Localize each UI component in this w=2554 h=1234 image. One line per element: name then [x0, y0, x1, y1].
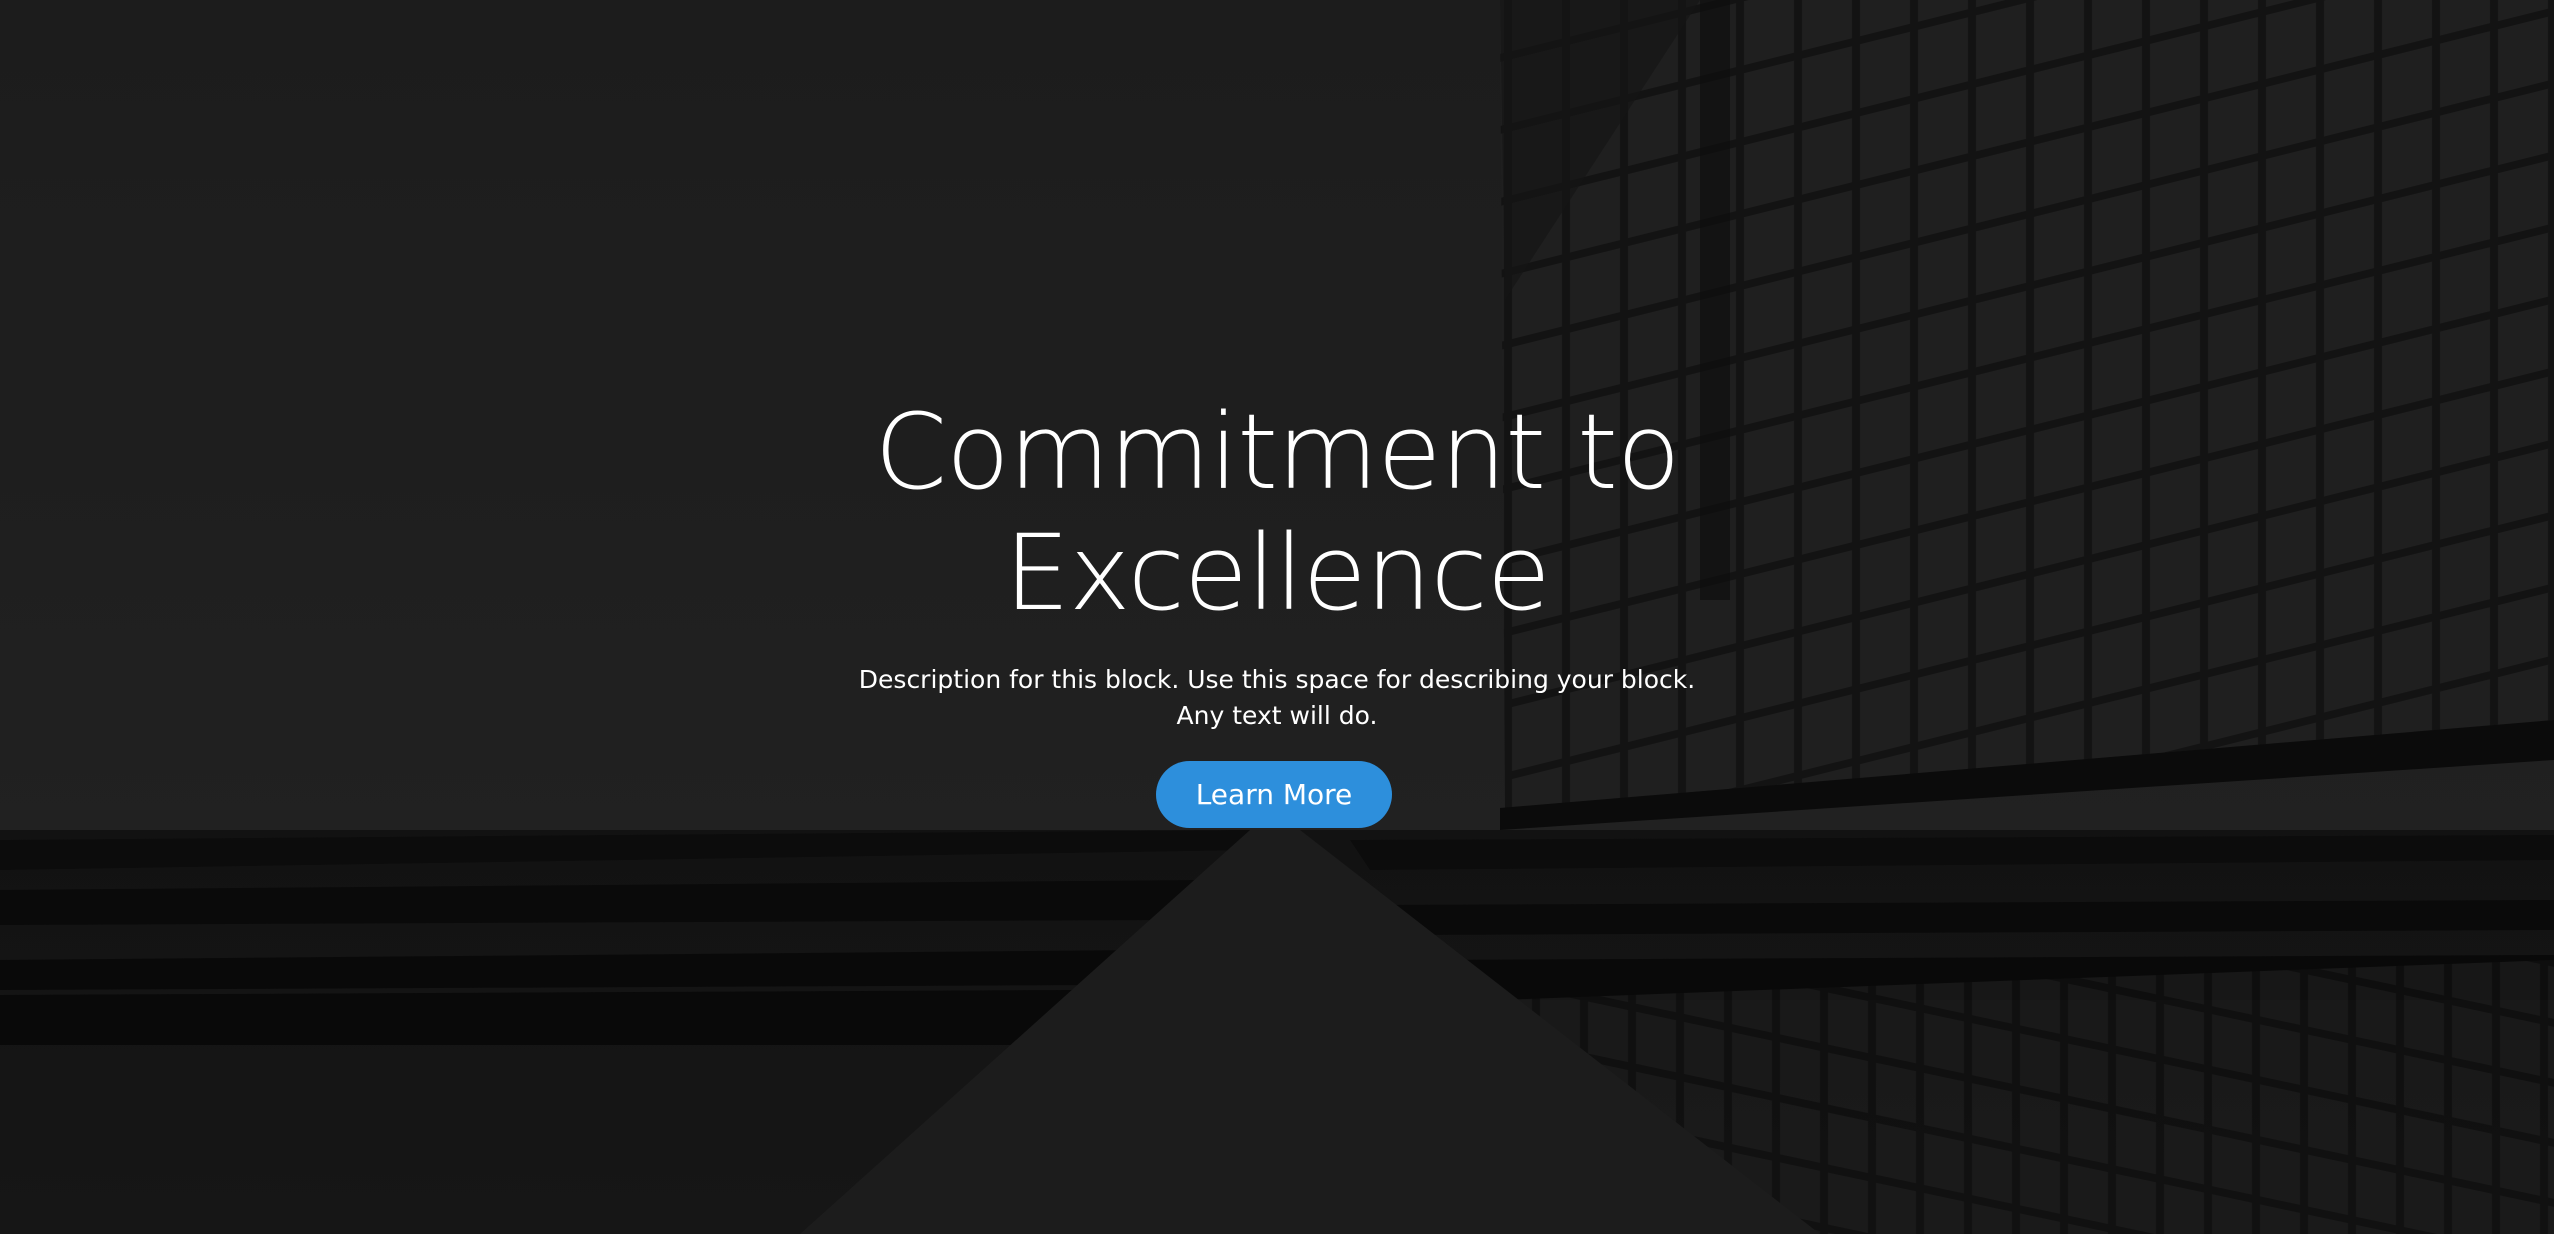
hero-section: Commitment to Excellence Description for… [0, 0, 2554, 1234]
hero-description-line2: Any text will do. [1176, 701, 1378, 730]
hero-title-line2: Excellence [1004, 512, 1550, 634]
hero-title: Commitment to Excellence [0, 392, 2554, 634]
learn-more-button[interactable]: Learn More [1156, 761, 1392, 828]
hero-description: Description for this block. Use this spa… [0, 662, 2554, 734]
hero-content: Commitment to Excellence Description for… [0, 0, 2554, 1234]
hero-description-line1: Description for this block. Use this spa… [858, 665, 1696, 694]
hero-title-line1: Commitment to [874, 391, 1681, 513]
